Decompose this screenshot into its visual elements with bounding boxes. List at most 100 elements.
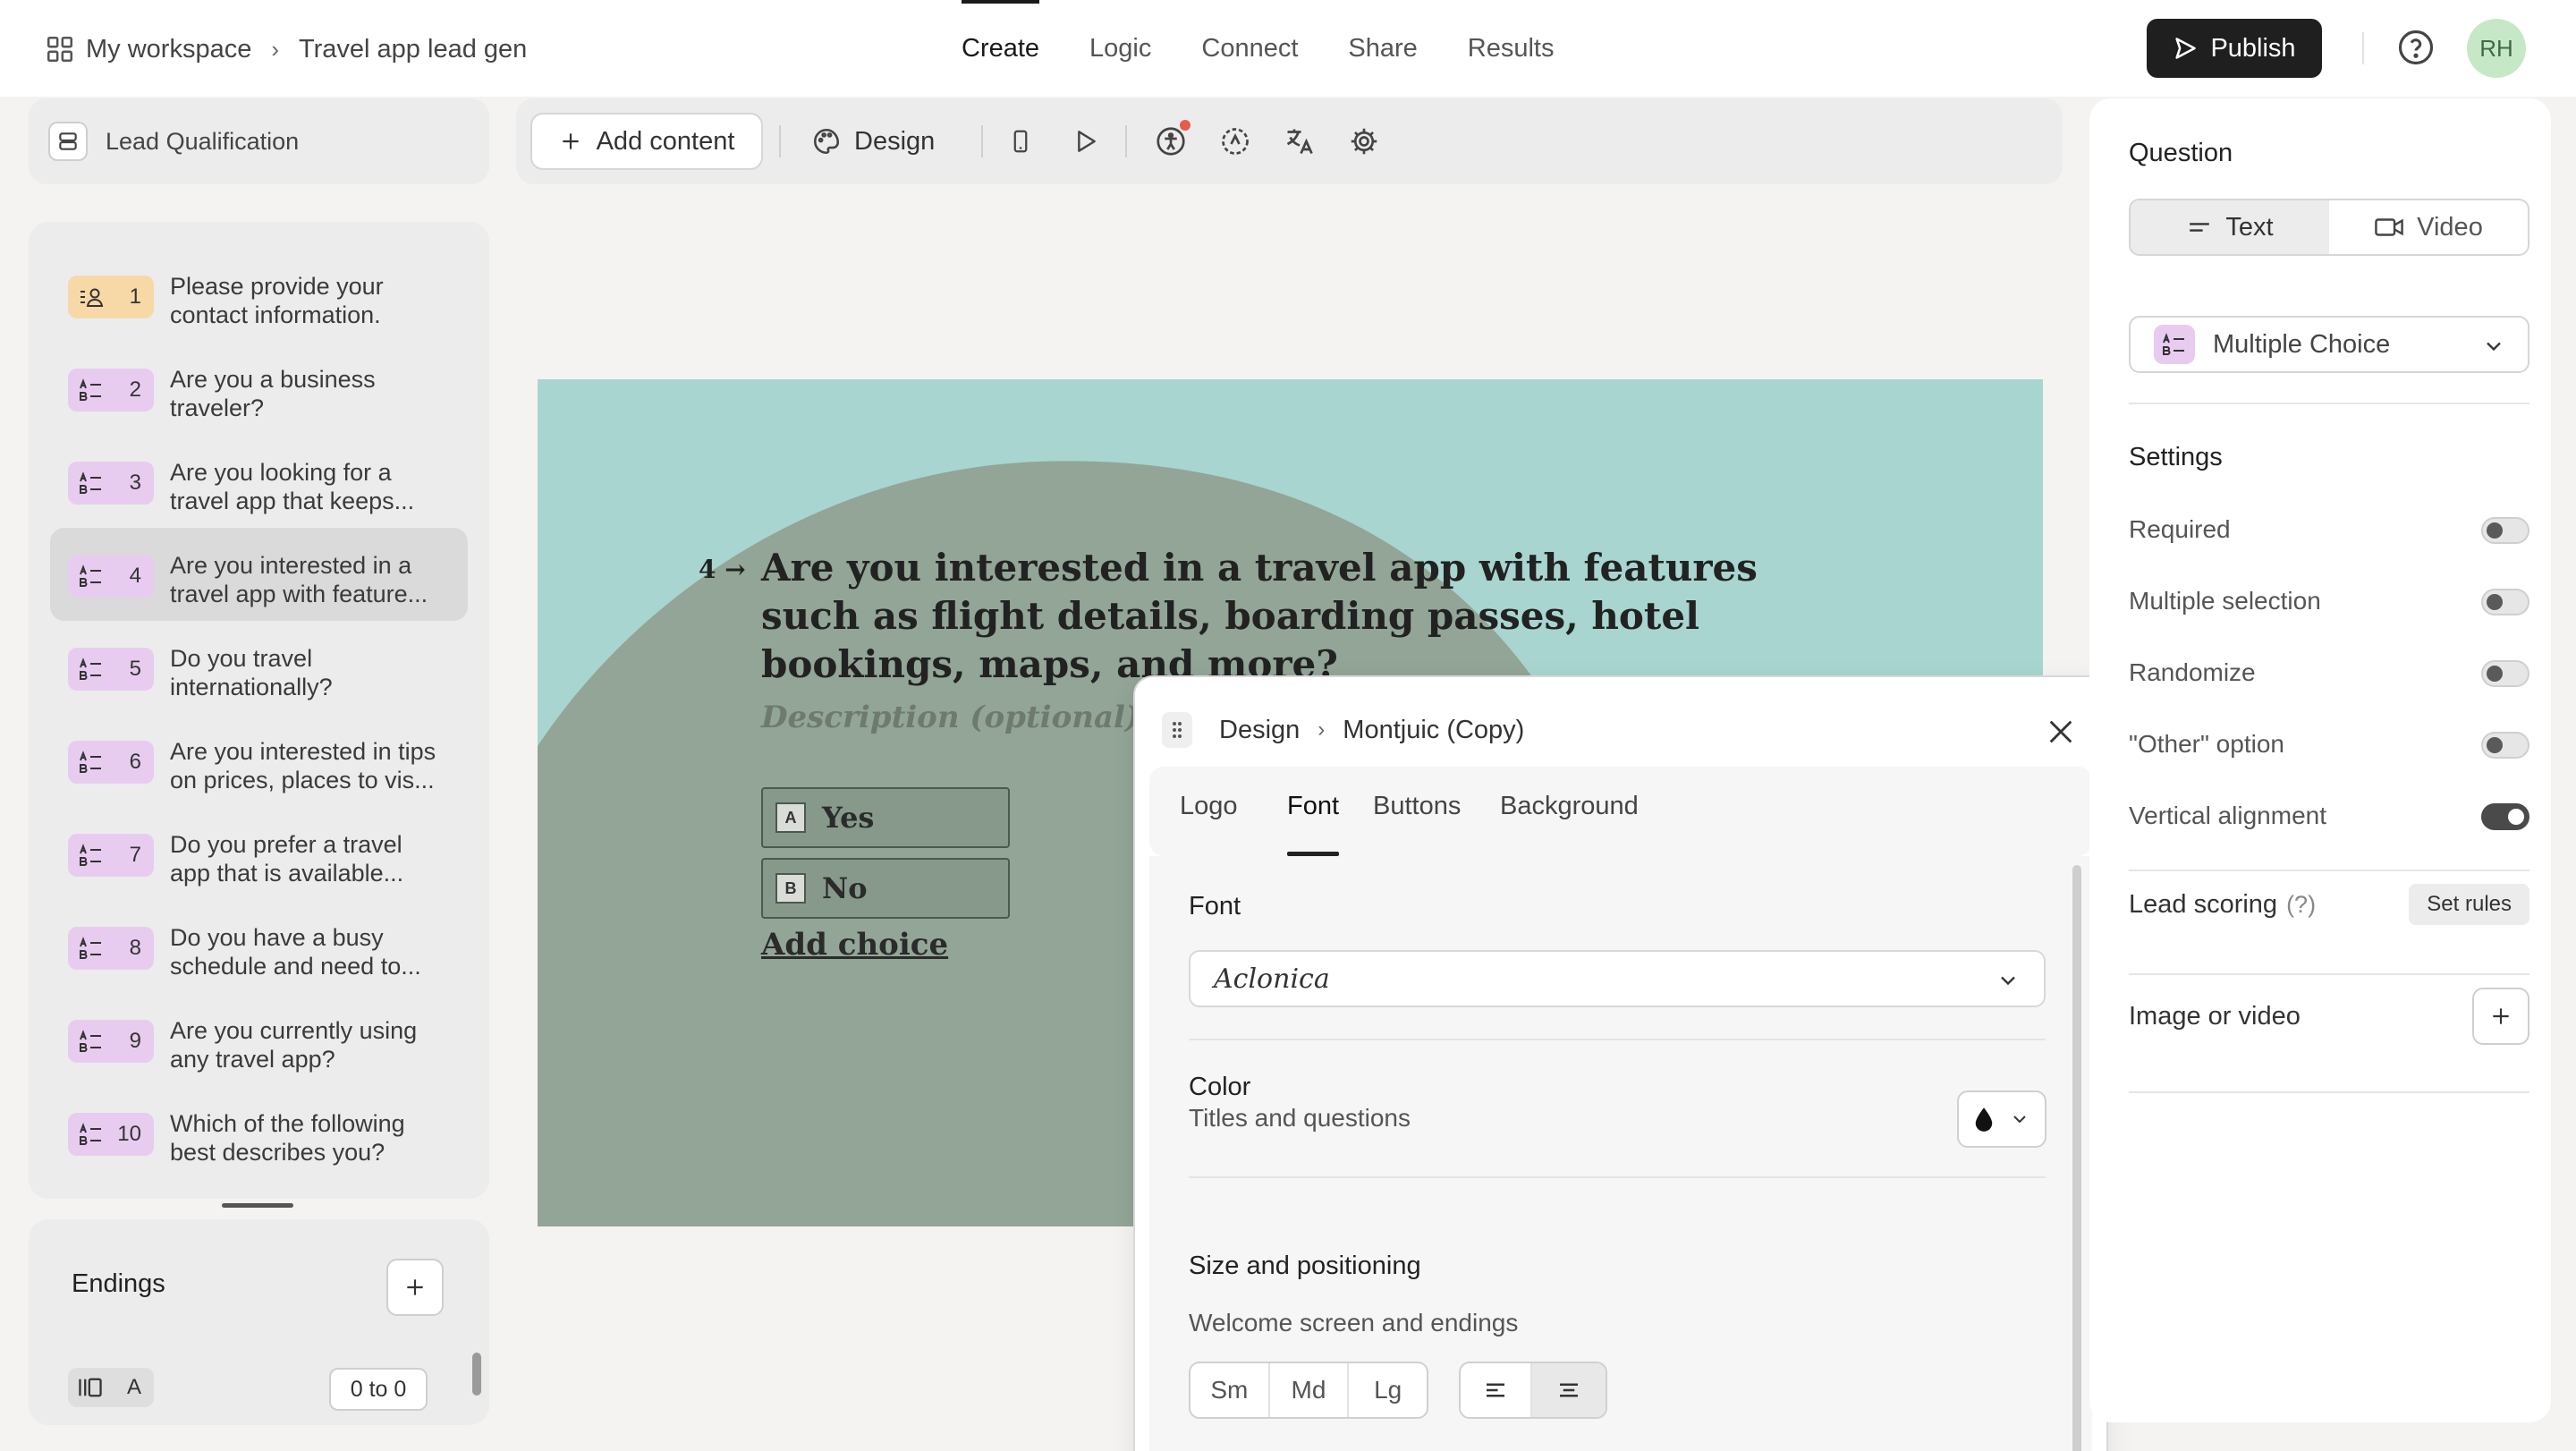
content-type-video[interactable]: Video xyxy=(2329,200,2528,254)
question-heading: Question xyxy=(2129,139,2233,167)
plus-icon xyxy=(2493,1008,2509,1024)
divider xyxy=(2129,1091,2529,1093)
vertical-alignment-toggle[interactable] xyxy=(2481,803,2529,830)
multiple-choice-icon xyxy=(77,936,106,961)
divider xyxy=(1125,125,1127,157)
lead-scoring-label: Lead scoring xyxy=(2129,889,2278,919)
chevron-down-icon xyxy=(2013,1116,2026,1124)
publish-button[interactable]: Publish xyxy=(2147,19,2322,78)
setting-label: Vertical alignment xyxy=(2129,802,2327,829)
question-list-item[interactable]: 10 Which of the following best describes … xyxy=(50,1086,468,1179)
design-label: Design xyxy=(854,126,936,156)
randomize-toggle[interactable] xyxy=(2481,660,2529,687)
question-list-item[interactable]: 2 Are you a business traveler? xyxy=(50,342,468,435)
palette-icon xyxy=(813,128,840,155)
multiple-choice-icon xyxy=(77,564,106,589)
other-option-toggle[interactable] xyxy=(2481,732,2529,759)
help-icon[interactable] xyxy=(2397,29,2435,66)
tab-background[interactable]: Background xyxy=(1500,792,1639,856)
contact-info-icon xyxy=(77,284,106,310)
question-text: Are you currently using any travel app? xyxy=(170,1017,418,1073)
question-description[interactable]: Description (optional) xyxy=(761,700,1140,735)
play-icon[interactable] xyxy=(1067,123,1103,159)
set-rules-button[interactable]: Set rules xyxy=(2409,884,2529,925)
popup-scrollbar[interactable] xyxy=(2072,865,2081,1451)
ai-assist-icon[interactable] xyxy=(1217,123,1253,159)
question-type-select[interactable]: Multiple Choice xyxy=(2129,316,2529,373)
choice-b[interactable]: B No xyxy=(761,858,1010,919)
sidebar-scrollbar[interactable] xyxy=(472,1353,481,1396)
avatar[interactable]: RH xyxy=(2467,19,2526,78)
align-left-icon[interactable] xyxy=(1461,1363,1533,1417)
ending-item[interactable]: A xyxy=(68,1368,154,1407)
question-text: Are you interested in tips on prices, pl… xyxy=(170,738,436,793)
settings-heading: Settings xyxy=(2129,443,2223,471)
setting-vertical-alignment: Vertical alignment xyxy=(2129,798,2529,834)
workspace-grid-icon[interactable] xyxy=(45,34,75,64)
question-type-badge: 1 xyxy=(68,276,154,318)
close-icon[interactable] xyxy=(2046,717,2076,747)
question-title[interactable]: Are you interested in a travel app with … xyxy=(761,544,1817,689)
size-lg[interactable]: Lg xyxy=(1349,1363,1427,1417)
design-button[interactable]: Design xyxy=(811,113,935,170)
question-list-item[interactable]: 8 Do you have a busy schedule and need to… xyxy=(50,900,468,993)
choice-text: No xyxy=(822,871,868,905)
endings-title: Endings xyxy=(72,1269,165,1298)
mobile-preview-icon[interactable] xyxy=(1003,123,1038,159)
multiple-selection-toggle[interactable] xyxy=(2481,589,2529,615)
tab-font[interactable]: Font xyxy=(1287,792,1340,856)
plus-icon xyxy=(562,133,579,149)
question-list-item[interactable]: 7 Do you prefer a travel app that is avai… xyxy=(50,807,468,900)
question-list-item[interactable]: 9 Are you currently using any travel app? xyxy=(50,993,468,1086)
multiple-choice-icon xyxy=(77,378,106,403)
form-title: Lead Qualification xyxy=(106,127,300,155)
accessibility-icon[interactable] xyxy=(1153,120,1191,159)
add-media-button[interactable] xyxy=(2472,988,2529,1045)
content-type-text[interactable]: Text xyxy=(2131,200,2329,254)
color-picker-button[interactable] xyxy=(1957,1090,2046,1148)
breadcrumb-form[interactable]: Travel app lead gen xyxy=(299,35,527,64)
question-list-item[interactable]: 4 Are you interested in a travel app with… xyxy=(50,528,468,621)
setting-label: Required xyxy=(2129,515,2231,543)
question-list-item[interactable]: 6 Are you interested in tips on prices, p… xyxy=(50,714,468,807)
tab-share[interactable]: Share xyxy=(1348,0,1417,97)
drag-grip-icon[interactable] xyxy=(1162,712,1192,748)
choice-text: Yes xyxy=(822,801,875,835)
align-center-icon[interactable] xyxy=(1532,1363,1606,1417)
settings-gear-icon[interactable] xyxy=(1346,123,1382,159)
multiple-choice-icon xyxy=(2154,325,2195,364)
required-toggle[interactable] xyxy=(2481,517,2529,544)
ending-score-range[interactable]: 0 to 0 xyxy=(329,1368,428,1411)
lead-scoring-row: Lead scoring (?) Set rules xyxy=(2129,884,2529,925)
setting-multiple-selection: Multiple selection xyxy=(2129,583,2529,619)
add-choice-link[interactable]: Add choice xyxy=(761,927,948,963)
resize-handle[interactable] xyxy=(222,1203,293,1208)
tab-results[interactable]: Results xyxy=(1468,0,1555,97)
add-ending-button[interactable] xyxy=(386,1259,444,1316)
image-or-video-row: Image or video xyxy=(2129,988,2529,1045)
lead-scoring-help[interactable]: (?) xyxy=(2286,891,2316,919)
question-list-item[interactable]: 3 Are you looking for a travel app that k… xyxy=(50,435,468,528)
breadcrumb-workspace[interactable]: My workspace xyxy=(86,35,251,64)
setting-required: Required xyxy=(2129,512,2529,547)
font-label: Font xyxy=(1189,892,1241,921)
choice-a[interactable]: A Yes xyxy=(761,787,1010,848)
tab-logic[interactable]: Logic xyxy=(1089,0,1151,97)
form-title-bar[interactable]: Lead Qualification xyxy=(29,98,489,184)
tab-buttons[interactable]: Buttons xyxy=(1373,792,1461,856)
chevron-right-icon: › xyxy=(271,35,279,63)
size-md[interactable]: Md xyxy=(1270,1363,1350,1417)
question-type-badge: 5 xyxy=(68,648,154,691)
tab-connect[interactable]: Connect xyxy=(1201,0,1298,97)
size-sm[interactable]: Sm xyxy=(1191,1363,1270,1417)
question-type-badge: 2 xyxy=(68,369,154,412)
design-breadcrumb-root[interactable]: Design xyxy=(1219,716,1300,745)
translate-icon[interactable] xyxy=(1282,123,1318,159)
font-select[interactable]: Aclonica xyxy=(1189,950,2046,1007)
divider xyxy=(779,125,781,157)
tab-create[interactable]: Create xyxy=(962,0,1040,97)
question-list-item[interactable]: 5 Do you travel internationally? xyxy=(50,621,468,714)
add-content-button[interactable]: Add content xyxy=(530,113,763,170)
tab-logo[interactable]: Logo xyxy=(1180,792,1238,856)
question-list-item[interactable]: 1 Please provide your contact information… xyxy=(50,249,468,342)
